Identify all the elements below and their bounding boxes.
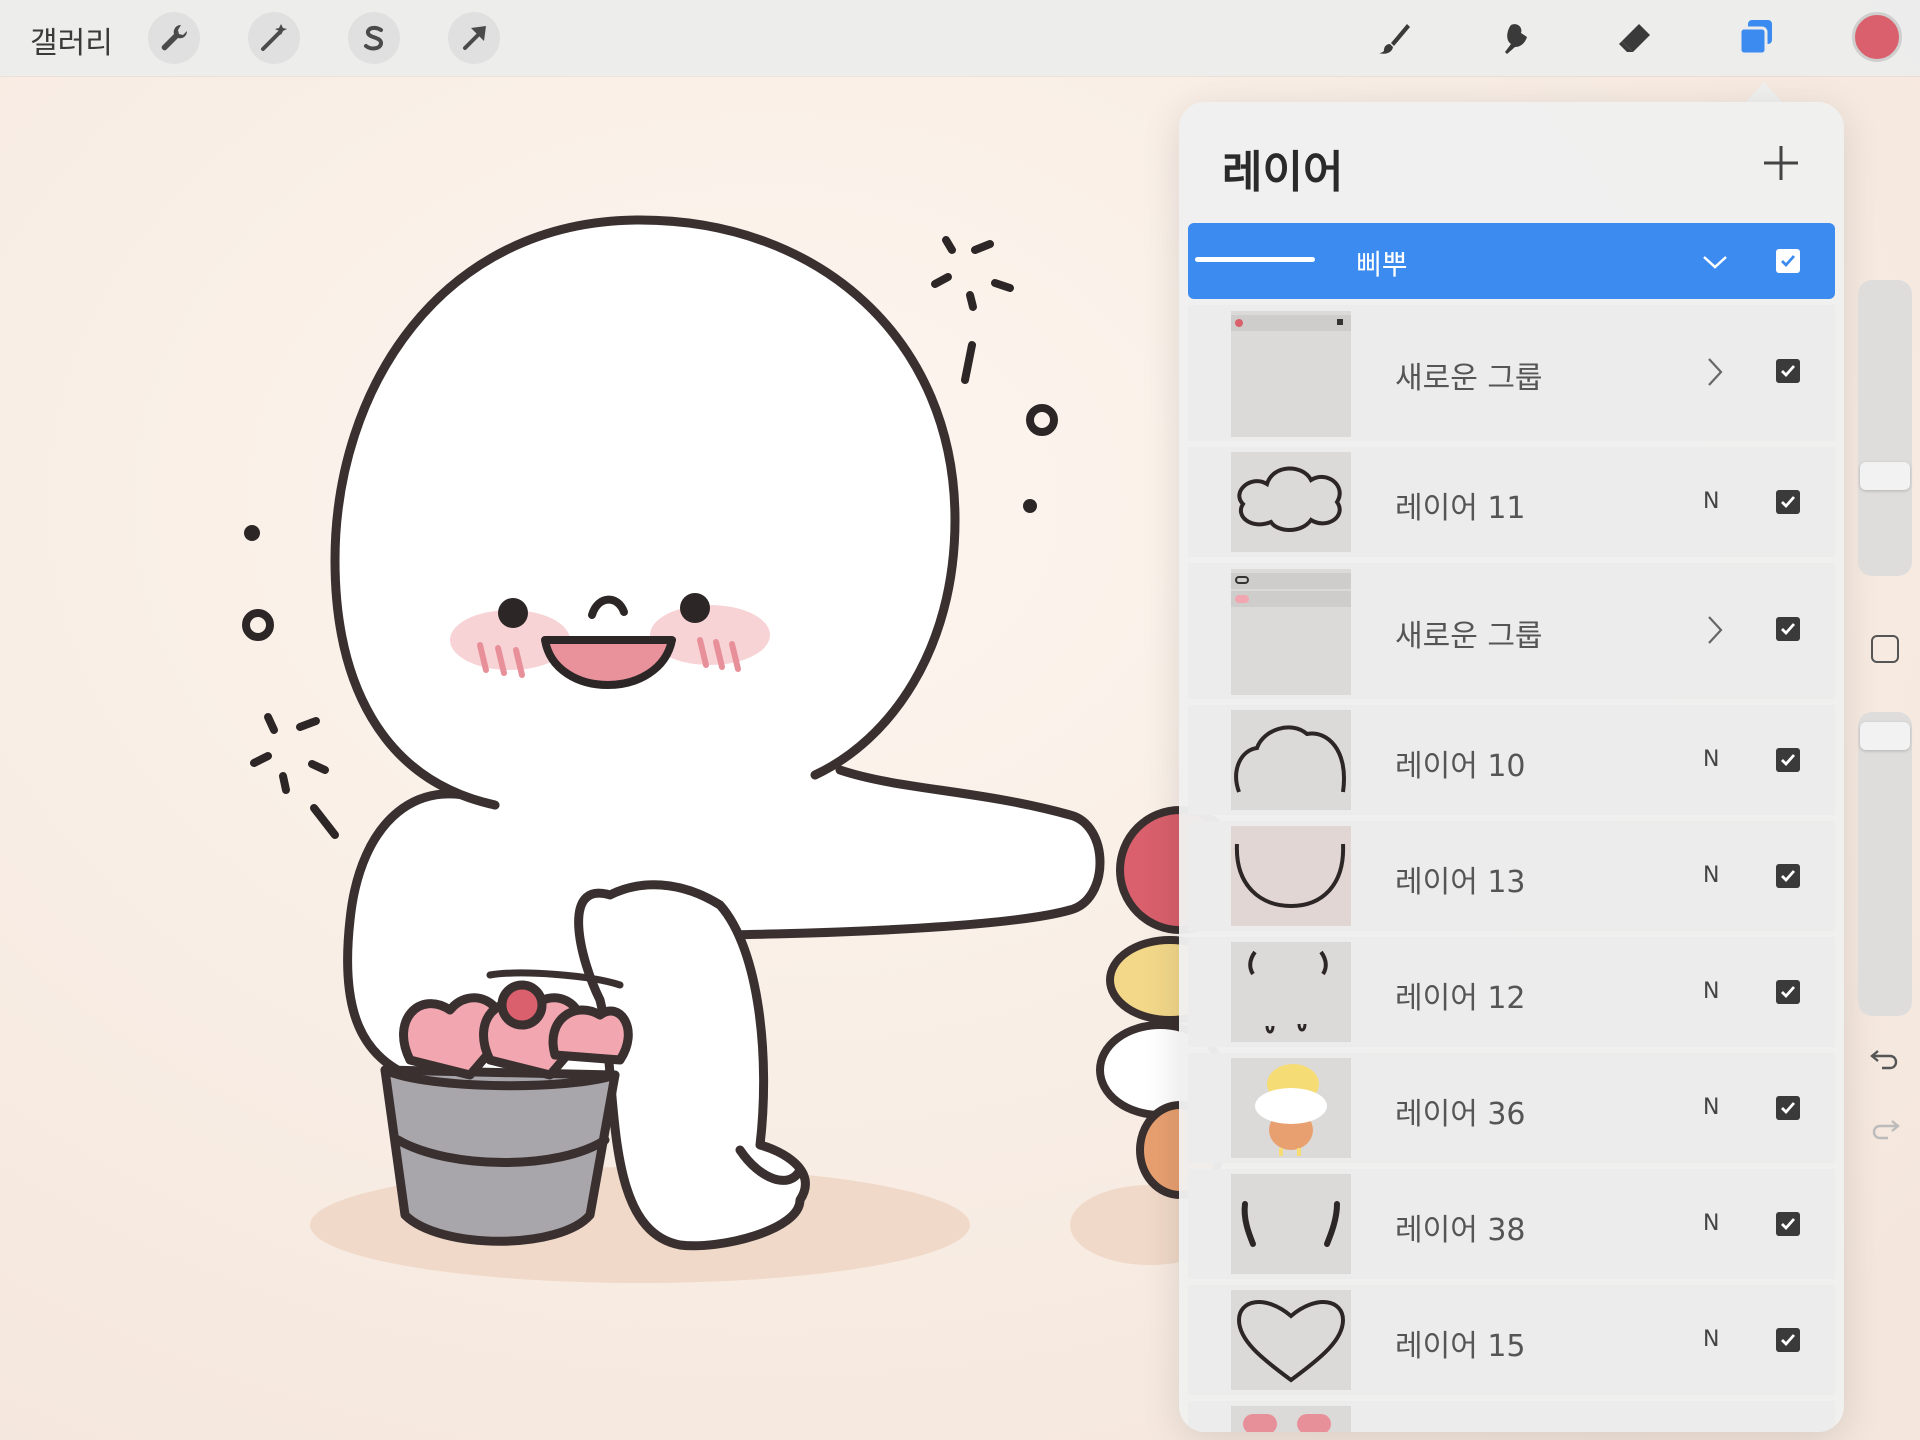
layer-thumbnail [1231, 1406, 1351, 1432]
layer-row[interactable]: 레이어 12 N [1188, 937, 1835, 1047]
blend-mode[interactable]: N [1703, 489, 1719, 514]
layer-row[interactable]: 새로운 그룹 [1188, 563, 1835, 699]
blend-mode[interactable]: N [1703, 979, 1719, 1004]
bucket-illustration [380, 969, 633, 1246]
layer-thumbnail [1231, 826, 1351, 926]
layer-thumbnail [1231, 710, 1351, 810]
visibility-checkbox[interactable] [1776, 249, 1800, 273]
chevron-down-icon[interactable] [1698, 245, 1732, 279]
brush-size-slider[interactable] [1858, 280, 1912, 576]
layer-name: 레이어 38 [1395, 1213, 1526, 1248]
visibility-checkbox[interactable] [1776, 748, 1800, 772]
undo-icon[interactable] [1868, 1041, 1902, 1075]
brush-size-handle[interactable] [1860, 462, 1910, 490]
layers-icon[interactable] [1730, 12, 1782, 64]
visibility-checkbox[interactable] [1776, 1096, 1800, 1120]
layer-row-partial[interactable] [1188, 1401, 1835, 1432]
layer-row-group-active[interactable]: 삐뿌 [1188, 223, 1835, 299]
top-toolbar: 갤러리 [0, 0, 1920, 76]
layer-name: 새로운 그룹 [1395, 361, 1543, 396]
layer-name: 레이어 12 [1395, 981, 1526, 1016]
layer-row[interactable]: 레이어 38 N [1188, 1169, 1835, 1279]
brush-icon[interactable] [1368, 12, 1420, 64]
redo-icon[interactable] [1868, 1111, 1902, 1145]
layer-row[interactable]: 레이어 36 N [1188, 1053, 1835, 1163]
modify-square-icon[interactable] [1868, 632, 1902, 666]
selection-s-icon[interactable] [348, 12, 400, 64]
blend-mode[interactable]: N [1703, 1095, 1719, 1120]
layer-name: 레이어 15 [1395, 1329, 1526, 1364]
layer-name: 새로운 그룹 [1395, 619, 1543, 654]
blend-mode[interactable]: N [1703, 747, 1719, 772]
layer-name: 삐뿌 [1356, 248, 1408, 281]
layer-row[interactable]: 레이어 11 N [1188, 447, 1835, 557]
opacity-handle[interactable] [1860, 722, 1910, 750]
visibility-checkbox[interactable] [1776, 359, 1800, 383]
layer-thumbnail [1231, 311, 1351, 437]
layer-name: 레이어 13 [1395, 865, 1526, 900]
layers-panel: 레이어 삐뿌 새로운 그룹 레이어 11 N 새로운 그룹 레이어 10 N 레… [1179, 102, 1844, 1432]
layer-thumbnail [1231, 1058, 1351, 1158]
wrench-icon[interactable] [148, 12, 200, 64]
visibility-checkbox[interactable] [1776, 1328, 1800, 1352]
gallery-button[interactable]: 갤러리 [30, 18, 113, 62]
layer-row[interactable]: 레이어 15 N [1188, 1285, 1835, 1395]
visibility-checkbox[interactable] [1776, 617, 1800, 641]
layer-row[interactable]: 레이어 10 N [1188, 705, 1835, 815]
layer-row[interactable]: 새로운 그룹 [1188, 305, 1835, 441]
panel-title: 레이어 [1222, 147, 1344, 198]
opacity-slider[interactable] [1858, 712, 1912, 1016]
layer-name: 레이어 11 [1395, 491, 1526, 526]
magic-wand-icon[interactable] [248, 12, 300, 64]
blend-mode[interactable]: N [1703, 1211, 1719, 1236]
layer-row[interactable]: 레이어 13 N [1188, 821, 1835, 931]
panel-pointer [1744, 82, 1784, 104]
chevron-right-icon[interactable] [1703, 355, 1727, 389]
layer-thumbnail [1231, 942, 1351, 1042]
chevron-right-icon[interactable] [1703, 613, 1727, 647]
blend-mode[interactable]: N [1703, 1327, 1719, 1352]
layer-name: 레이어 10 [1395, 749, 1526, 784]
blend-mode[interactable]: N [1703, 863, 1719, 888]
layer-thumbnail [1231, 569, 1351, 695]
layer-name: 레이어 36 [1395, 1097, 1526, 1132]
layer-thumbnail [1231, 1290, 1351, 1390]
smudge-icon[interactable] [1488, 12, 1540, 64]
layer-thumbnail [1231, 452, 1351, 552]
visibility-checkbox[interactable] [1776, 1212, 1800, 1236]
visibility-checkbox[interactable] [1776, 864, 1800, 888]
layer-thumbnail [1231, 1174, 1351, 1274]
add-layer-icon[interactable] [1756, 138, 1806, 188]
transform-arrow-icon[interactable] [448, 12, 500, 64]
color-swatch[interactable] [1852, 12, 1902, 62]
visibility-checkbox[interactable] [1776, 980, 1800, 1004]
visibility-checkbox[interactable] [1776, 490, 1800, 514]
group-line [1195, 257, 1315, 262]
eraser-icon[interactable] [1608, 12, 1660, 64]
